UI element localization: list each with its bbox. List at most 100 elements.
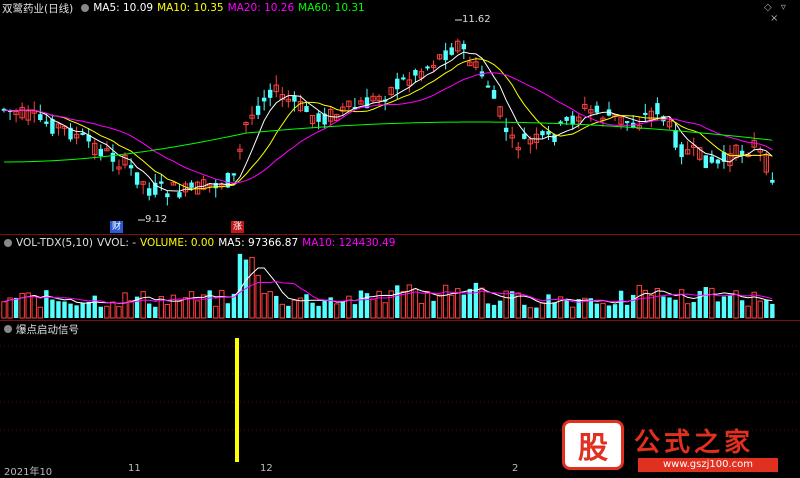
volume-bar — [654, 288, 661, 319]
candle-body — [503, 127, 509, 133]
candle-body — [401, 77, 406, 80]
volume-bar — [503, 290, 509, 319]
scroll-down-icon[interactable]: ▿ — [781, 2, 786, 13]
candle-body — [655, 103, 660, 115]
volume-bar — [764, 299, 769, 318]
tag-cai[interactable]: 财 — [110, 221, 123, 233]
candle-body — [147, 188, 152, 196]
candle-body — [443, 50, 448, 61]
volume-bar — [527, 307, 534, 319]
volume-bar — [715, 301, 721, 318]
candle-body — [491, 90, 497, 99]
volume-bar — [44, 290, 49, 318]
candle-body — [703, 155, 708, 168]
volume-bar — [739, 300, 745, 318]
volume-bar — [534, 307, 539, 318]
vol-dot-icon[interactable] — [4, 239, 12, 247]
volume-bar — [7, 297, 13, 319]
candle-body — [177, 192, 182, 198]
volume-bar — [153, 306, 158, 318]
volume-bar — [274, 295, 279, 318]
volume-bar — [442, 284, 449, 319]
candle-body — [564, 117, 569, 121]
volume-bar — [358, 290, 364, 318]
ma10-value: MA10: 10.35 — [157, 2, 224, 14]
volume-bar — [491, 304, 497, 318]
candle-body — [540, 131, 545, 136]
candle-body — [50, 119, 55, 134]
volume-bar — [304, 294, 309, 318]
low-label: 9.12 — [145, 214, 168, 225]
volume-bar — [684, 303, 691, 319]
volume-bar — [546, 294, 551, 318]
volume-bar — [412, 288, 419, 319]
volume-bar — [473, 282, 479, 318]
candle-body — [134, 172, 140, 185]
settings-dot-icon[interactable] — [81, 4, 90, 12]
volume-bar — [648, 294, 655, 319]
volume-bar — [424, 291, 431, 319]
ma60-value: MA60: 10.31 — [298, 2, 365, 14]
volume-bar — [182, 297, 189, 319]
ind-dot-icon[interactable] — [4, 325, 12, 333]
candle-body — [715, 159, 721, 164]
candle-body — [461, 43, 466, 50]
volume-bar — [510, 291, 515, 318]
candle-body — [449, 47, 454, 55]
main-header: 双鹭药业(日线) MA5: 10.09 MA10: 10.35 MA20: 10… — [0, 1, 369, 15]
volume-chart[interactable] — [0, 248, 800, 320]
volume-bar — [709, 287, 715, 319]
logo-brand: 公式之家 — [634, 428, 755, 458]
candle-body — [552, 134, 557, 142]
volume-bar — [310, 302, 315, 318]
candle-body — [395, 78, 400, 90]
volume-bar — [267, 291, 273, 319]
volume-bar — [618, 290, 624, 318]
candle-body — [189, 182, 194, 188]
candle-body — [624, 121, 630, 124]
volume-bar — [170, 294, 177, 319]
scroll-up-icon[interactable]: ◇ — [764, 2, 772, 13]
candle-body — [268, 89, 273, 98]
price-chart[interactable] — [0, 14, 800, 232]
volume-bar — [449, 294, 455, 319]
volume-bar — [751, 291, 757, 319]
logo-url: www.gszj100.com — [638, 458, 778, 472]
candle-body — [304, 106, 309, 112]
volume-bar — [261, 292, 267, 319]
volume-bar — [461, 294, 466, 318]
volume-bar — [485, 303, 491, 318]
volume-bar — [395, 285, 400, 318]
axis-label-12: 12 — [260, 463, 273, 474]
volume-bar — [757, 300, 763, 319]
volume-bar — [140, 291, 146, 319]
candle-body — [38, 114, 43, 120]
candle-body — [159, 181, 164, 184]
volume-bar — [225, 303, 231, 318]
tag-zhang[interactable]: 涨 — [231, 221, 244, 233]
volume-bar — [346, 295, 352, 319]
volume-bar — [370, 298, 376, 319]
volume-bar — [56, 301, 61, 318]
volume-bar — [164, 304, 171, 319]
candle-body — [80, 132, 85, 135]
volume-bar — [612, 304, 618, 318]
candle-body — [128, 165, 134, 169]
candle-body — [413, 69, 418, 76]
candle-body — [739, 150, 745, 156]
candle-body — [316, 113, 321, 122]
volume-bar — [606, 305, 612, 318]
candle-body — [709, 156, 715, 163]
volume-bar — [98, 306, 103, 318]
volume-bar — [286, 305, 291, 318]
volume-bar — [436, 294, 443, 319]
volume-bar — [400, 291, 407, 319]
volume-bar — [316, 305, 321, 318]
volume-bar — [564, 299, 569, 318]
volume-bar — [291, 299, 298, 319]
pane-divider — [0, 234, 800, 235]
volume-bar — [594, 303, 600, 318]
volume-bar — [667, 297, 672, 318]
volume-bar — [340, 301, 345, 318]
volume-bar — [188, 291, 195, 319]
